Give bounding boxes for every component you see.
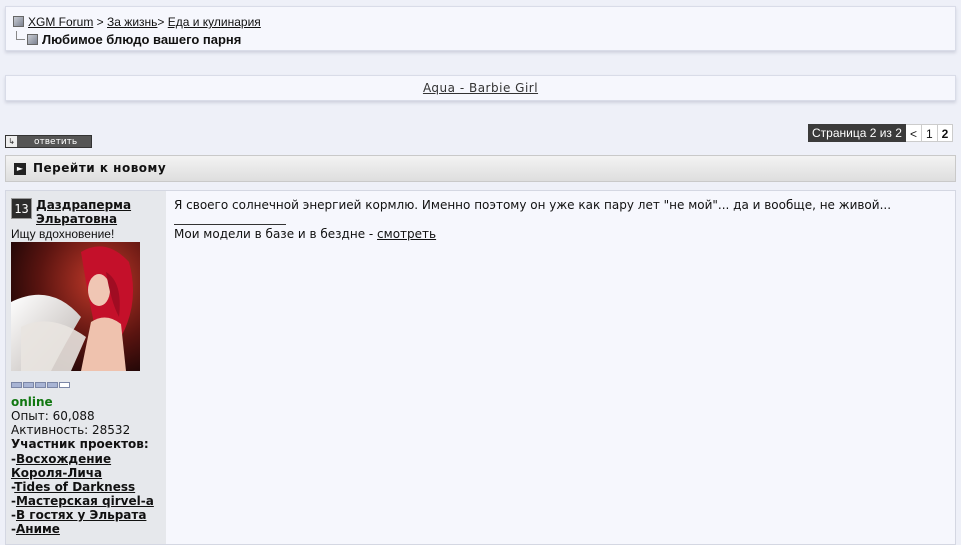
post-message: Я своего солнечной энергией кормлю. Имен… bbox=[174, 198, 892, 212]
tree-branch-icon bbox=[16, 31, 25, 40]
music-banner: Aqua - Barbie Girl bbox=[5, 75, 956, 101]
project-item: -Tides of Darkness bbox=[11, 480, 136, 494]
project-link[interactable]: Аниме bbox=[16, 522, 60, 536]
reply-label: ответить bbox=[34, 137, 78, 147]
rank-pip bbox=[47, 382, 58, 388]
breadcrumb-separator: > bbox=[157, 15, 168, 29]
goto-new-label: Перейти к новому bbox=[33, 161, 167, 175]
experience: Опыт: 60,088 bbox=[11, 409, 95, 423]
project-item: -В гостях у Эльрата bbox=[11, 508, 147, 522]
rank-pip-empty bbox=[59, 382, 70, 388]
reply-arrow-icon: ↳ bbox=[6, 136, 17, 147]
signature: Мои модели в базе и в бездне - смотреть bbox=[174, 227, 436, 241]
online-status: online bbox=[11, 395, 53, 409]
thread-title-row: Любимое блюдо вашего парня bbox=[16, 31, 241, 47]
signature-link[interactable]: смотреть bbox=[377, 227, 436, 241]
signature-divider bbox=[174, 224, 286, 225]
post: 13 Даздраперма Эльратовна Ищу вдохновени… bbox=[5, 190, 956, 545]
arrow-right-icon: ► bbox=[14, 163, 26, 175]
project-link[interactable]: Tides of Darkness bbox=[14, 480, 135, 494]
activity: Активность: 28532 bbox=[11, 423, 131, 437]
avatar bbox=[11, 242, 140, 371]
project-link[interactable]: Мастерская qirvel-a bbox=[16, 494, 154, 508]
pagination: Страница 2 из 2 < 1 2 bbox=[808, 124, 954, 142]
project-item: -Мастерская qirvel-a bbox=[11, 494, 154, 508]
project-link[interactable]: В гостях у Эльрата bbox=[16, 508, 146, 522]
breadcrumb: XGM Forum > За жизнь> Еда и кулинария Лю… bbox=[5, 6, 956, 51]
rank-bar bbox=[11, 382, 70, 388]
prev-page-link[interactable]: < bbox=[905, 124, 922, 142]
goto-new-button[interactable]: ► Перейти к новому bbox=[5, 155, 956, 182]
breadcrumb-separator: > bbox=[93, 15, 108, 29]
thread-icon bbox=[27, 34, 38, 45]
level-badge: 13 bbox=[11, 198, 32, 219]
project-item: -Восхождение Короля-Лича bbox=[11, 452, 112, 480]
page-info: Страница 2 из 2 bbox=[808, 124, 906, 142]
forum-icon bbox=[13, 16, 24, 27]
music-link[interactable]: Aqua - Barbie Girl bbox=[423, 81, 538, 95]
breadcrumb-forum-link[interactable]: XGM Forum bbox=[28, 15, 93, 29]
breadcrumb-section-link[interactable]: За жизнь bbox=[107, 15, 157, 29]
page-link-1[interactable]: 1 bbox=[921, 124, 938, 142]
reply-button[interactable]: ↳ ответить bbox=[5, 135, 92, 148]
signature-text: Мои модели в базе и в бездне - bbox=[174, 227, 378, 241]
breadcrumb-path: XGM Forum > За жизнь> Еда и кулинария bbox=[13, 15, 261, 29]
project-item: -Аниме bbox=[11, 522, 60, 536]
page-title: Любимое блюдо вашего парня bbox=[42, 32, 242, 47]
rank-pip bbox=[35, 382, 46, 388]
user-info: 13 Даздраперма Эльратовна Ищу вдохновени… bbox=[6, 191, 166, 544]
username-link[interactable]: Даздраперма Эльратовна bbox=[36, 198, 166, 226]
breadcrumb-subsection-link[interactable]: Еда и кулинария bbox=[168, 15, 261, 29]
rank-pip bbox=[11, 382, 22, 388]
page-current: 2 bbox=[937, 124, 954, 142]
post-body: Я своего солнечной энергией кормлю. Имен… bbox=[173, 191, 955, 544]
projects-title: Участник проектов: bbox=[11, 437, 149, 451]
project-link[interactable]: Восхождение Короля-Лича bbox=[11, 452, 111, 480]
rank-pip bbox=[23, 382, 34, 388]
user-title: Ищу вдохновение! bbox=[11, 227, 115, 241]
